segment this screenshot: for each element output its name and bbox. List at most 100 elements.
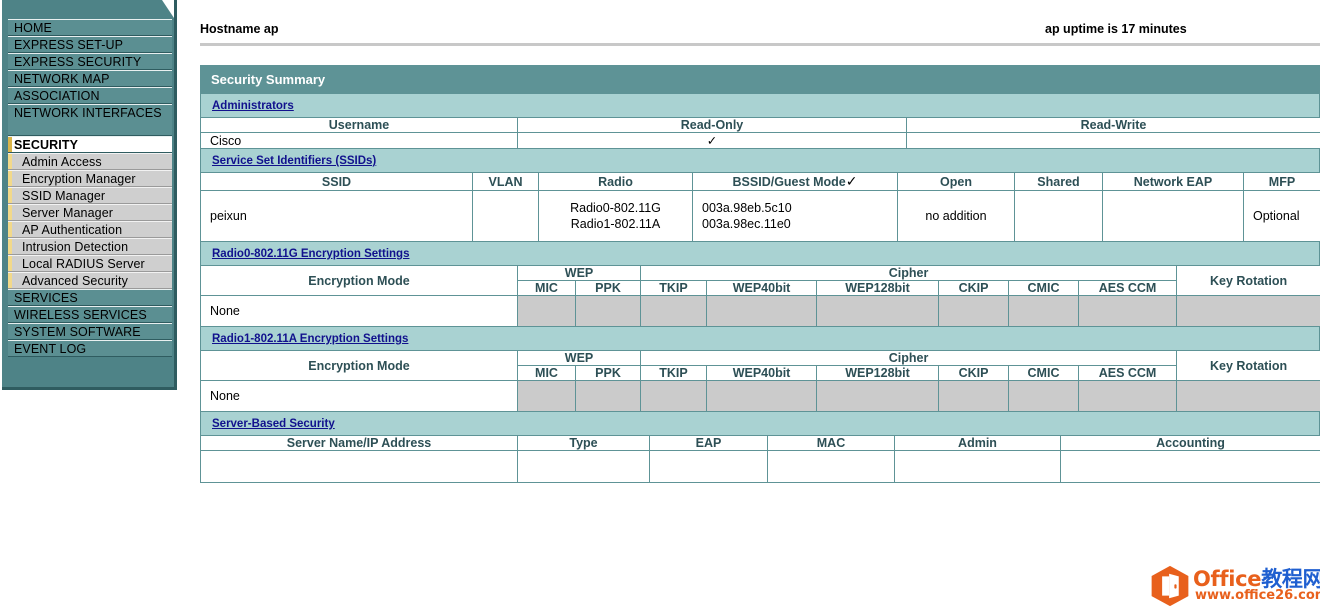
link-server-based-security[interactable]: Server-Based Security (212, 418, 335, 430)
col-wep40bit: WEP40bit (706, 365, 818, 381)
col-cmic: CMIC (1008, 365, 1080, 381)
col-shared: Shared (1014, 172, 1103, 191)
cell-server-name-ip (200, 450, 518, 483)
sidebar-item-network-map[interactable]: NETWORK MAP (8, 70, 172, 87)
cell-tkip (640, 295, 708, 327)
group-wep: WEP (516, 350, 642, 366)
table-row: peixun Radio0-802.11G Radio1-802.11A 003… (200, 190, 1320, 242)
sidebar-item-local-radius-server[interactable]: Local RADIUS Server (8, 255, 172, 272)
radio-line: Radio0-802.11G (570, 201, 661, 215)
col-username: Username (200, 117, 518, 133)
cell-admin (894, 450, 1061, 483)
cell-cmic (1008, 295, 1080, 327)
col-accounting: Accounting (1060, 435, 1320, 451)
col-radio: Radio (538, 172, 693, 191)
table-header-row: Username Read-Only Read-Write (200, 117, 1320, 133)
uptime-label: ap uptime is 17 minutes (1045, 22, 1187, 36)
cell-username: Cisco (200, 132, 518, 149)
sidebar-item-intrusion-detection[interactable]: Intrusion Detection (8, 238, 172, 255)
sidebar-item-advanced-security[interactable]: Advanced Security (8, 272, 172, 289)
link-radio0-encryption-settings[interactable]: Radio0-802.11G Encryption Settings (212, 248, 409, 260)
sidebar-item-event-log[interactable]: EVENT LOG (8, 340, 172, 357)
sidebar-item-system-software[interactable]: SYSTEM SOFTWARE (8, 323, 172, 340)
sidebar-item-label: SSID Manager (22, 189, 106, 203)
cell-tkip (640, 380, 708, 412)
cell-vlan (472, 190, 539, 242)
col-key-rotation: Key Rotation (1176, 350, 1320, 381)
cell-ppk (574, 295, 642, 327)
sidebar-item-label: Intrusion Detection (22, 240, 129, 254)
sidebar-item-label: HOME (14, 21, 52, 35)
app-window: HOME EXPRESS SET-UP EXPRESS SECURITY NET… (0, 0, 1320, 608)
group-cipher: Cipher (640, 265, 1178, 281)
row-header-encryption-mode: Encryption Mode (200, 350, 518, 381)
hostname-label: Hostname ap (200, 22, 279, 36)
sidebar-item-home[interactable]: HOME (8, 19, 172, 36)
cell-mfp: Optional (1243, 190, 1320, 242)
link-service-set-identifiers[interactable]: Service Set Identifiers (SSIDs) (212, 155, 376, 167)
table-row (200, 450, 1320, 483)
col-server-name-ip: Server Name/IP Address (200, 435, 518, 451)
cell-key-rotation (1176, 295, 1320, 327)
sidebar-item-security[interactable]: SECURITY (8, 136, 172, 153)
sidebar-item-express-set-up[interactable]: EXPRESS SET-UP (8, 36, 172, 53)
col-mic: MIC (517, 280, 576, 296)
sidebar-item-association[interactable]: ASSOCIATION (8, 87, 172, 104)
col-network-eap: Network EAP (1102, 172, 1244, 191)
sidebar-item-admin-access[interactable]: Admin Access (8, 153, 172, 170)
sidebar-accent-bar (8, 273, 12, 288)
sidebar-item-server-manager[interactable]: Server Manager (8, 204, 172, 221)
col-ckip: CKIP (938, 280, 1010, 296)
sidebar-item-ssid-manager[interactable]: SSID Manager (8, 187, 172, 204)
sidebar-item-ap-authentication[interactable]: AP Authentication (8, 221, 172, 238)
col-wep40bit: WEP40bit (706, 280, 818, 296)
table-header-row-group: Encryption Mode WEP Cipher Key Rotation (200, 350, 1320, 381)
section-server-based-security: Server-Based Security (200, 412, 1320, 435)
guest-mode-check-icon: ✓ (845, 173, 858, 189)
cell-ppk (574, 380, 642, 412)
table-row: Cisco ✓ (200, 132, 1320, 149)
table-header-row: Server Name/IP Address Type EAP MAC Admi… (200, 435, 1320, 451)
section-radio1-encryption: Radio1-802.11A Encryption Settings (200, 327, 1320, 350)
cell-wep128bit (816, 295, 940, 327)
sidebar-item-label: AP Authentication (22, 223, 123, 237)
col-aes-ccm: AES CCM (1078, 365, 1178, 381)
cell-shared (1014, 190, 1103, 242)
sidebar-item-label: ASSOCIATION (14, 89, 100, 103)
link-administrators[interactable]: Administrators (212, 100, 294, 112)
cell-type (517, 450, 650, 483)
cell-wep40bit (706, 295, 818, 327)
server-based-security-table: Server Name/IP Address Type EAP MAC Admi… (200, 435, 1320, 483)
sidebar-item-wireless-services[interactable]: WIRELESS SERVICES (8, 306, 172, 323)
col-mac: MAC (767, 435, 895, 451)
sidebar-item-services[interactable]: SERVICES (8, 289, 172, 306)
sidebar-accent-bar (8, 137, 12, 152)
col-key-rotation: Key Rotation (1176, 265, 1320, 296)
sidebar-accent-bar (8, 222, 12, 237)
sidebar-accent-bar (8, 171, 12, 186)
section-radio0-encryption: Radio0-802.11G Encryption Settings (200, 242, 1320, 265)
radio-line: Radio1-802.11A (570, 217, 661, 231)
sidebar-nav[interactable]: HOME EXPRESS SET-UP EXPRESS SECURITY NET… (8, 19, 172, 357)
sidebar-item-label: EXPRESS SECURITY (14, 55, 142, 69)
cell-ckip (938, 295, 1010, 327)
cell-cmic (1008, 380, 1080, 412)
cell-ssid: peixun (200, 190, 473, 242)
sidebar-accent-bar (8, 239, 12, 254)
col-bssid-label: BSSID/Guest Mode (732, 175, 846, 189)
col-ppk: PPK (574, 365, 642, 381)
sidebar-item-network-interfaces[interactable]: NETWORK INTERFACES (8, 104, 172, 136)
col-wep128bit: WEP128bit (816, 365, 940, 381)
group-cipher: Cipher (640, 350, 1178, 366)
col-ckip: CKIP (938, 365, 1010, 381)
col-read-only: Read-Only (517, 117, 907, 133)
page-title: Security Summary (200, 65, 1320, 94)
bssid-line: 003a.98ec.11e0 (702, 217, 791, 231)
sidebar-item-express-security[interactable]: EXPRESS SECURITY (8, 53, 172, 70)
sidebar-item-label: NETWORK MAP (14, 72, 110, 86)
col-open: Open (897, 172, 1015, 191)
sidebar-item-encryption-manager[interactable]: Encryption Manager (8, 170, 172, 187)
section-ssids: Service Set Identifiers (SSIDs) (200, 149, 1320, 172)
col-wep128bit: WEP128bit (816, 280, 940, 296)
link-radio1-encryption-settings[interactable]: Radio1-802.11A Encryption Settings (212, 333, 408, 345)
